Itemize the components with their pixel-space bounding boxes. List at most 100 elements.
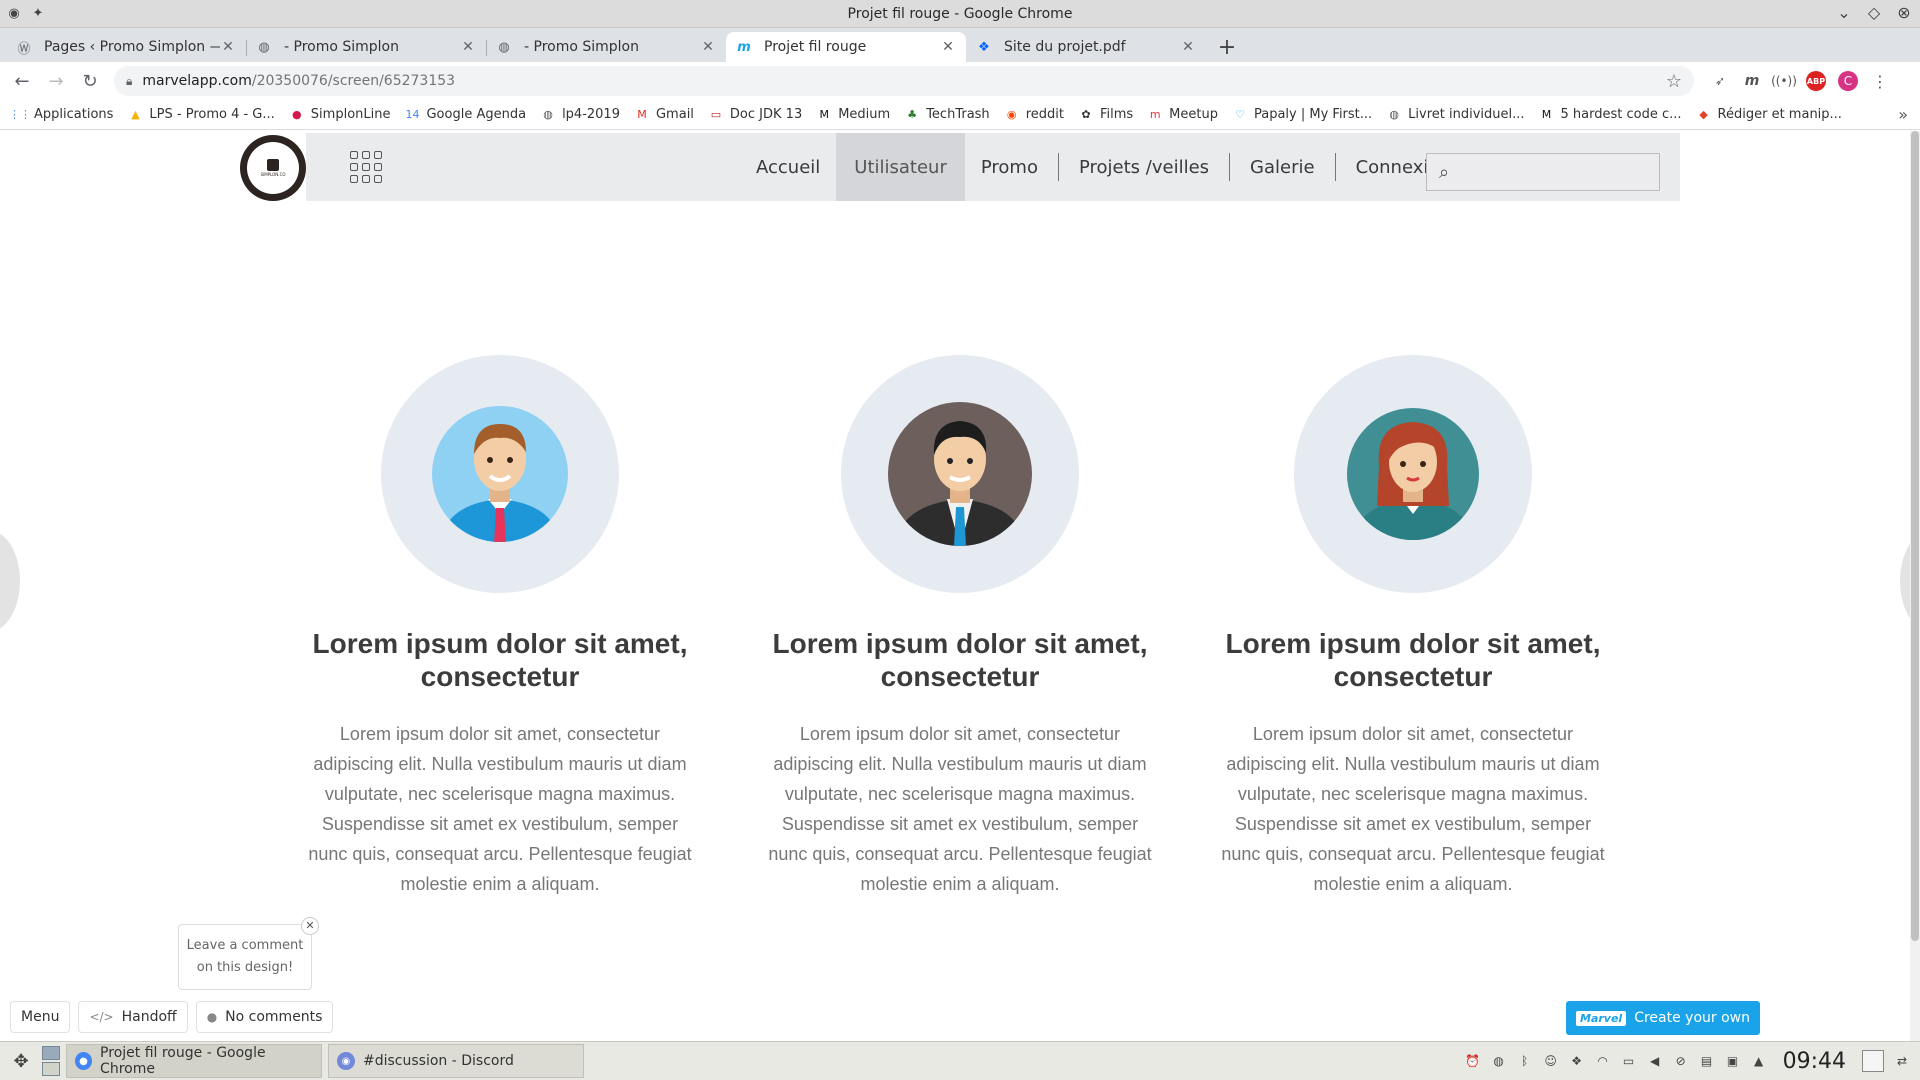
close-icon[interactable]: ✕	[460, 39, 476, 55]
nav-promo[interactable]: Promo	[965, 133, 1054, 201]
menu-button[interactable]: Menu	[10, 1001, 71, 1033]
create-your-own-button[interactable]: Marvel Create your own	[1566, 1001, 1760, 1035]
previous-screen-handle[interactable]	[0, 531, 20, 631]
tray-arrows-icon[interactable]: ⇄	[1894, 1053, 1910, 1069]
clock[interactable]: 09:44	[1783, 1049, 1846, 1074]
site-search-input[interactable]	[1459, 163, 1640, 181]
avatar	[1294, 355, 1532, 593]
simplon-icon: ●	[291, 108, 302, 121]
bluetooth-icon[interactable]: ᛒ	[1517, 1053, 1533, 1069]
alarm-icon[interactable]: ⏰	[1465, 1053, 1481, 1069]
close-icon[interactable]: ✕	[220, 39, 236, 55]
nav-divider	[1334, 153, 1336, 181]
chrome-menu-icon[interactable]: ⋮	[1870, 71, 1890, 91]
tab-label: - Promo Simplon	[284, 39, 399, 55]
mute-mic-icon[interactable]: ⊘	[1673, 1053, 1689, 1069]
lock-icon[interactable]: 🔒︎	[126, 74, 132, 89]
nav-galerie[interactable]: Galerie	[1234, 133, 1331, 201]
new-tab-button[interactable]: +	[1212, 32, 1242, 62]
apps-grid-icon[interactable]	[350, 151, 382, 183]
clipboard-icon[interactable]: ▤	[1699, 1053, 1715, 1069]
handoff-button[interactable]: </> Handoff	[78, 1001, 188, 1033]
tab-projet-fil-rouge[interactable]: m Projet fil rouge ✕	[726, 32, 966, 62]
workspace-switcher[interactable]	[42, 1046, 60, 1076]
bookmark-item[interactable]: 14 Google Agenda	[404, 107, 526, 123]
bookmark-item[interactable]: m Meetup	[1147, 107, 1218, 123]
close-icon[interactable]: ✕	[940, 39, 956, 55]
bookmark-star-icon[interactable]: ☆	[1666, 71, 1682, 92]
notifications-icon[interactable]: ▣	[1725, 1053, 1741, 1069]
comment-bubble-icon: ●	[206, 1010, 218, 1024]
dropbox-tray-icon[interactable]: ❖	[1569, 1053, 1585, 1069]
bookmark-item[interactable]: ◉ reddit	[1004, 107, 1064, 123]
back-button[interactable]: ←	[8, 67, 36, 95]
close-window-icon[interactable]: ⊗	[1896, 3, 1912, 22]
tab-promo-simplon-2[interactable]: ◍ - Promo Simplon ✕	[486, 32, 726, 62]
extension-m-icon[interactable]: m	[1742, 71, 1762, 91]
bookmark-label: Medium	[838, 107, 891, 122]
tab-promo-simplon-1[interactable]: ◍ - Promo Simplon ✕	[246, 32, 486, 62]
taskbar-item-discord[interactable]: ◉ #discussion - Discord	[328, 1044, 584, 1078]
discord-tray-icon[interactable]: ☺	[1543, 1053, 1559, 1069]
tab-label: - Promo Simplon	[524, 39, 639, 55]
nav-utilisateur[interactable]: Utilisateur	[836, 133, 965, 201]
bookmark-label: Applications	[34, 107, 114, 122]
network-icon[interactable]: ◠	[1595, 1053, 1611, 1069]
extension-arrows-icon[interactable]: ➶	[1710, 71, 1730, 91]
comments-button[interactable]: ● No comments	[195, 1001, 334, 1033]
bookmark-label: lp4-2019	[562, 107, 620, 122]
reload-button[interactable]: ↻	[76, 67, 104, 95]
tray-expand-icon[interactable]: ▲	[1751, 1053, 1767, 1069]
create-your-own-label: Create your own	[1634, 1010, 1750, 1026]
update-icon[interactable]: ◍	[1491, 1053, 1507, 1069]
bookmarks-overflow-icon[interactable]: »	[1898, 105, 1908, 124]
start-menu-icon[interactable]: ✥	[6, 1046, 36, 1076]
bookmark-item[interactable]: ▭ Doc JDK 13	[708, 107, 803, 123]
maximize-icon[interactable]: ◇	[1866, 3, 1882, 22]
card-title: Lorem ipsum dolor sit amet, consectetur	[772, 628, 1148, 692]
adblock-icon[interactable]: ABP	[1806, 71, 1826, 91]
comments-label: No comments	[225, 1009, 323, 1025]
page-scrollbar[interactable]	[1910, 131, 1920, 1041]
site-search-box[interactable]: ⌕	[1426, 153, 1660, 191]
scrollbar-thumb[interactable]	[1911, 131, 1919, 941]
bookmark-label: 5 hardest code c...	[1560, 107, 1682, 122]
close-icon[interactable]: ✕	[1180, 39, 1196, 55]
tab-site-du-projet[interactable]: ❖ Site du projet.pdf ✕	[966, 32, 1206, 62]
bookmark-item[interactable]: M Gmail	[634, 107, 694, 123]
films-icon: ✿	[1081, 108, 1091, 121]
site-logo[interactable]: SIMPLON.CO	[240, 135, 306, 201]
bookmark-item[interactable]: ▲ LPS - Promo 4 - G...	[127, 107, 275, 123]
bookmark-item[interactable]: ⋮⋮ Applications	[9, 107, 114, 123]
show-desktop-button[interactable]	[1862, 1050, 1884, 1072]
battery-icon[interactable]: ▭	[1621, 1053, 1637, 1069]
extension-wave-icon[interactable]: ((•))	[1771, 71, 1797, 91]
bookmark-item[interactable]: ◆ Rédiger et manip...	[1696, 107, 1842, 123]
bookmark-item[interactable]: ◍ lp4-2019	[540, 107, 620, 123]
bookmark-item[interactable]: ✿ Films	[1078, 107, 1133, 123]
minimize-icon[interactable]: ⌄	[1836, 3, 1852, 22]
tab-pages-promo-simplon[interactable]: Ⓦ Pages ‹ Promo Simplon — W ✕	[6, 32, 246, 62]
nav-projets-veilles[interactable]: Projets /veilles	[1063, 133, 1225, 201]
gmail-icon: M	[637, 108, 647, 121]
user-card: Lorem ipsum dolor sit amet, consectetur …	[300, 355, 700, 899]
bookmark-item[interactable]: ♡ Papaly | My First...	[1232, 107, 1372, 123]
profile-avatar[interactable]: C	[1838, 71, 1858, 91]
bookmark-item[interactable]: M Medium	[816, 107, 890, 123]
comment-prompt[interactable]: ✕ Leave a comment on this design!	[178, 917, 319, 990]
bookmark-item[interactable]: ● SimplonLine	[289, 107, 391, 123]
google-drive-icon: ▲	[131, 108, 140, 121]
bookmark-item[interactable]: M 5 hardest code c...	[1539, 107, 1682, 123]
forward-button[interactable]: →	[42, 67, 70, 95]
close-icon[interactable]: ✕	[700, 39, 716, 55]
bookmark-label: Films	[1099, 107, 1134, 122]
nav-accueil[interactable]: Accueil	[740, 133, 836, 201]
taskbar-item-chrome[interactable]: ● Projet fil rouge - Google Chrome	[66, 1044, 322, 1078]
bookmark-item[interactable]: ♣ TechTrash	[904, 107, 989, 123]
heart-icon: ♡	[1235, 108, 1245, 121]
volume-icon[interactable]: ◀	[1647, 1053, 1663, 1069]
close-icon[interactable]: ✕	[301, 917, 319, 935]
address-bar[interactable]: 🔒︎ marvelapp.com/20350076/screen/6527315…	[114, 66, 1694, 96]
bookmark-item[interactable]: ◍ Livret individuel...	[1386, 107, 1524, 123]
tab-strip: Ⓦ Pages ‹ Promo Simplon — W ✕ ◍ - Promo …	[0, 28, 1920, 62]
